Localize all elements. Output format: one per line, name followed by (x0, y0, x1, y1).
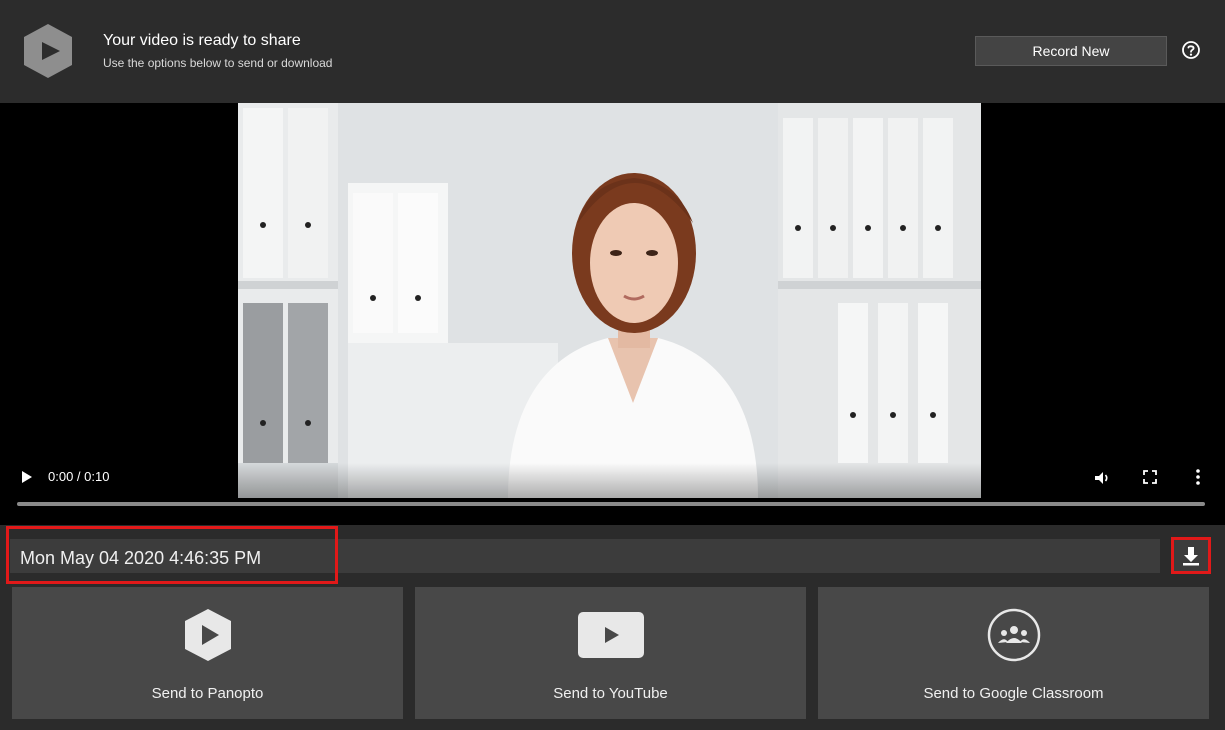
page-title: Your video is ready to share (103, 32, 301, 49)
volume-icon[interactable] (1093, 469, 1111, 487)
send-to-youtube-label: Send to YouTube (553, 685, 668, 702)
send-to-panopto-label: Send to Panopto (151, 685, 264, 702)
panopto-logo-icon (24, 24, 72, 78)
send-to-google-classroom-label: Send to Google Classroom (923, 685, 1104, 702)
time-display: 0:00 / 0:10 (48, 469, 110, 484)
youtube-icon (577, 607, 644, 663)
record-new-button[interactable]: Record New (975, 36, 1167, 66)
download-icon (1183, 546, 1199, 565)
page-subtitle: Use the options below to send or downloa… (103, 56, 333, 70)
help-circle-icon[interactable] (1181, 40, 1201, 60)
send-to-youtube-button[interactable]: Send to YouTube (415, 587, 806, 719)
video-player[interactable]: 0:00 / 0:10 (0, 103, 1225, 525)
send-to-panopto-button[interactable]: Send to Panopto (12, 587, 403, 719)
fullscreen-icon[interactable] (1142, 469, 1158, 485)
panopto-icon (175, 607, 241, 663)
download-button[interactable] (1171, 537, 1211, 574)
more-vertical-icon[interactable] (1190, 467, 1206, 487)
recording-name-row: Mon May 04 2020 4:46:35 PM (0, 525, 1225, 585)
play-icon[interactable] (20, 469, 34, 485)
player-controls (0, 463, 1225, 525)
header-bar: Your video is ready to share Use the opt… (0, 0, 1225, 103)
progress-bar[interactable] (17, 502, 1205, 506)
share-options: Send to Panopto Send to YouTube Send to … (0, 587, 1225, 730)
send-to-google-classroom-button[interactable]: Send to Google Classroom (818, 587, 1209, 719)
video-frame (238, 103, 981, 498)
google-classroom-icon (981, 607, 1047, 663)
recording-name-highlight (6, 526, 338, 584)
